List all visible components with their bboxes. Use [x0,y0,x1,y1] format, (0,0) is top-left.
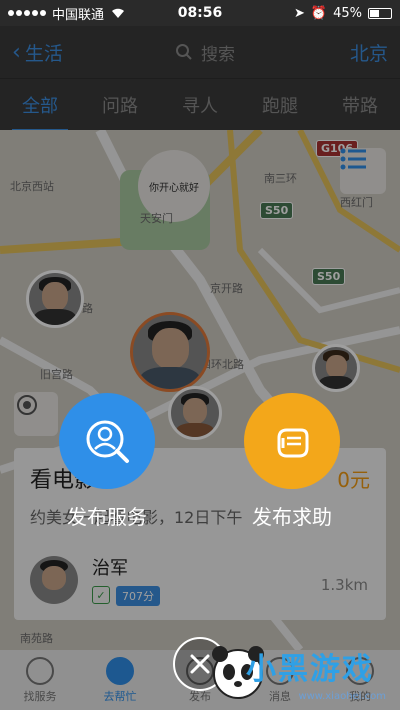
location-arrow-icon: ➤ [294,5,305,21]
publish-service-circle [59,393,155,489]
watermark: 小黑游戏 www.xiaohei.com [206,638,396,708]
modal-overlay[interactable] [0,26,400,710]
publish-service-label: 发布服务 [67,505,147,529]
signal-icon [8,10,46,16]
publish-service-button[interactable]: 发布服务 [47,393,167,530]
alarm-icon: ⏰ [310,5,328,21]
watermark-title: 小黑游戏 [246,652,374,687]
battery-icon [368,7,392,19]
publish-help-button[interactable]: 发布求助 [232,393,352,530]
watermark-url: www.xiaohei.com [298,691,386,702]
wifi-icon [112,8,125,18]
carrier-name: 中国联通 [52,7,105,23]
clock: 08:56 [177,5,223,21]
fist-icon [277,428,309,458]
user-search-icon [86,420,129,463]
status-bar: 中国联通 08:56 ➤ ⏰ 45% [0,0,400,26]
battery-percent: 45% [333,5,362,21]
publish-help-circle [244,393,340,489]
publish-help-label: 发布求助 [252,505,332,529]
